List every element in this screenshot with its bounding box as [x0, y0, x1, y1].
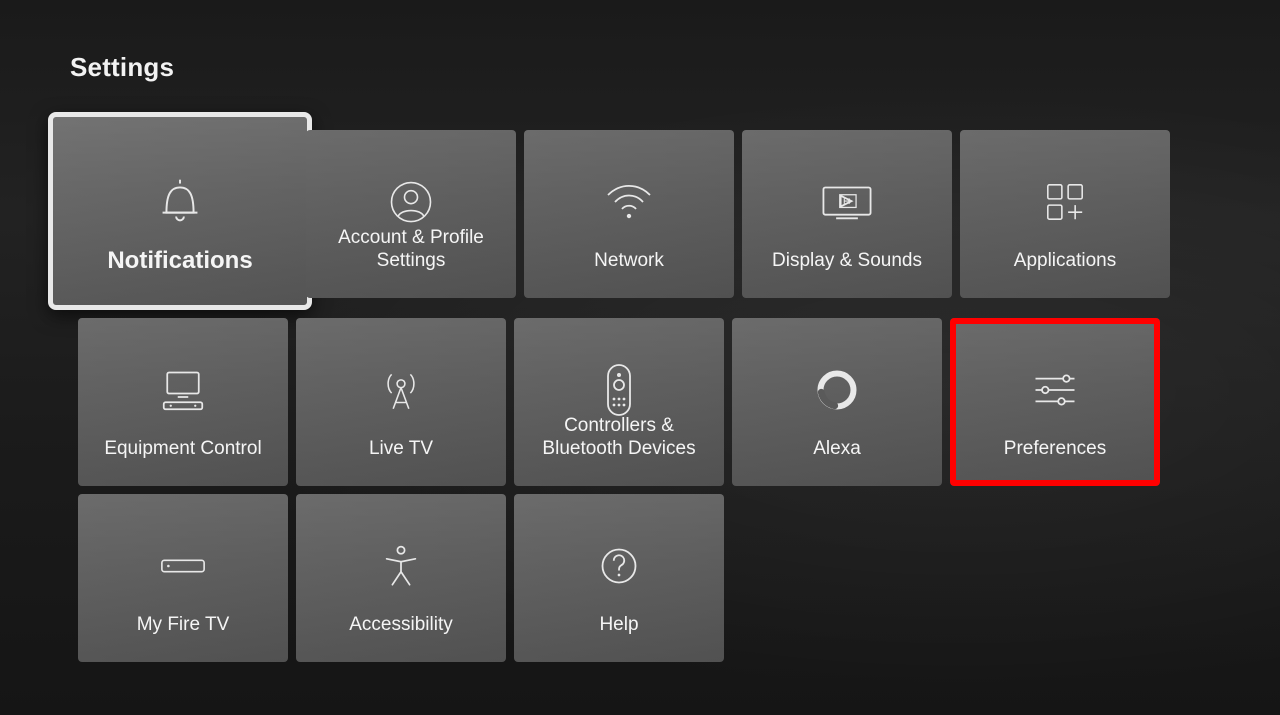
page-title: Settings	[70, 52, 174, 83]
tile-label: Applications	[974, 249, 1156, 272]
display-icon	[742, 164, 952, 240]
wifi-icon	[524, 164, 734, 240]
device-icon	[78, 528, 288, 604]
tile-display[interactable]: Display & Sounds	[742, 130, 952, 298]
tile-preferences[interactable]: Preferences	[950, 318, 1160, 486]
tile-accessibility[interactable]: Accessibility	[296, 494, 506, 662]
tile-controllers[interactable]: Controllers & Bluetooth Devices	[514, 318, 724, 486]
apps-icon	[960, 164, 1170, 240]
tile-label: Notifications	[67, 246, 293, 275]
tile-label: My Fire TV	[92, 613, 274, 636]
tile-account[interactable]: Account & Profile Settings	[306, 130, 516, 298]
tile-label: Preferences	[964, 437, 1146, 460]
remote-icon	[514, 352, 724, 428]
antenna-icon	[296, 352, 506, 428]
tile-network[interactable]: Network	[524, 130, 734, 298]
tile-livetv[interactable]: Live TV	[296, 318, 506, 486]
profile-icon	[306, 164, 516, 240]
bell-icon	[53, 159, 307, 243]
settings-screen: Settings Notifications Acc	[0, 0, 1280, 715]
tile-label: Accessibility	[310, 613, 492, 636]
tile-equipment[interactable]: Equipment Control	[78, 318, 288, 486]
equipment-icon	[78, 352, 288, 428]
help-icon	[514, 528, 724, 604]
tile-label: Network	[538, 249, 720, 272]
tile-notifications[interactable]: Notifications	[48, 112, 312, 310]
accessibility-icon	[296, 528, 506, 604]
tile-label: Help	[528, 613, 710, 636]
tile-myfiretv[interactable]: My Fire TV	[78, 494, 288, 662]
sliders-icon	[950, 352, 1160, 428]
tile-help[interactable]: Help	[514, 494, 724, 662]
tile-label: Equipment Control	[92, 437, 274, 460]
settings-grid: Notifications Account & Profile Settings	[78, 130, 1188, 662]
tile-label: Alexa	[746, 437, 928, 460]
tile-label: Live TV	[310, 437, 492, 460]
tile-applications[interactable]: Applications	[960, 130, 1170, 298]
alexa-icon	[732, 352, 942, 428]
tile-alexa[interactable]: Alexa	[732, 318, 942, 486]
tile-label: Display & Sounds	[756, 249, 938, 272]
